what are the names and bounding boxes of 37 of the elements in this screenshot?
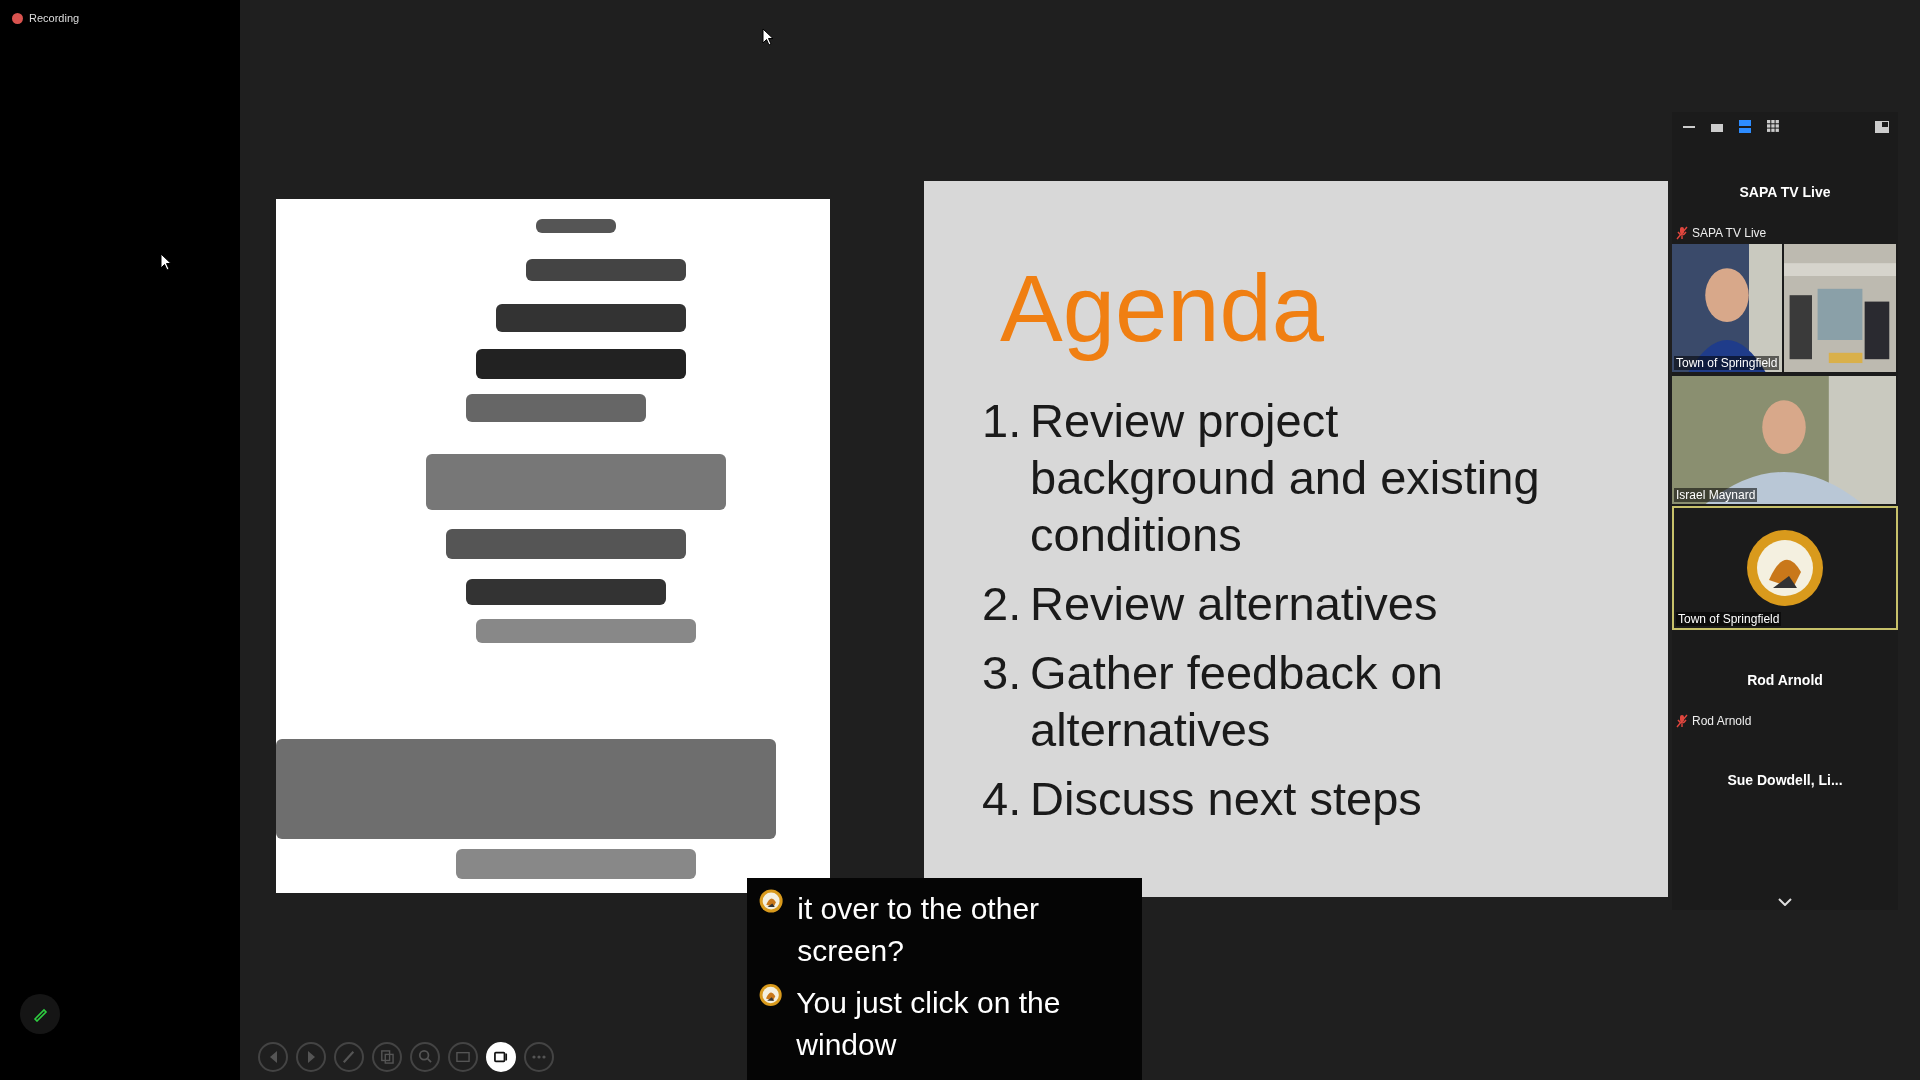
agenda-item: Review project background and existing conditions: [1030, 392, 1541, 563]
participant-label: Town of Springfield: [1676, 612, 1782, 626]
participant-label: Rod Arnold: [1692, 714, 1752, 728]
speaker-view-button[interactable]: [1736, 118, 1754, 136]
slide-title: Agenda: [1000, 255, 1325, 363]
next-icon: [306, 1050, 316, 1064]
avatar-icon: [759, 982, 783, 1008]
item-number: 2.: [982, 575, 1023, 632]
more-icon: [532, 1055, 546, 1059]
agenda-item: Discuss next steps: [1030, 770, 1423, 827]
agenda-item: Gather feedback on alternatives: [1030, 644, 1444, 758]
chevron-down-icon[interactable]: [1778, 898, 1792, 906]
recording-dot-icon: [12, 12, 23, 24]
caption-text: You just click on the window: [796, 985, 1062, 1063]
pencil-icon: [32, 1006, 48, 1022]
item-number: 4.: [982, 770, 1023, 827]
seal-icon: [1745, 528, 1825, 608]
participant-label: Israel Maynard: [1674, 488, 1758, 502]
minimize-view-icon: [1683, 125, 1695, 129]
participant-name: Rod Arnold: [1747, 672, 1823, 688]
speaker-view-icon: [1736, 118, 1754, 136]
recording-label: Recording: [29, 12, 80, 24]
item-number: 3.: [982, 644, 1023, 701]
participant-label: SAPA TV Live: [1692, 226, 1767, 240]
popout-icon[interactable]: [1874, 120, 1890, 134]
participant-name: SAPA TV Live: [1739, 184, 1831, 200]
previous-icon: [268, 1050, 278, 1064]
camera-button[interactable]: [486, 1042, 516, 1072]
avatar-icon: [759, 888, 784, 914]
item-number: 1.: [982, 392, 1023, 449]
participant-name: Sue Dowdell, Li...: [1727, 772, 1843, 788]
annotate-button[interactable]: [20, 994, 60, 1034]
participant-label: Town of Springfield: [1674, 356, 1780, 370]
caption-text: it over to the other screen?: [797, 891, 1041, 969]
mouse-cursor-icon: [160, 253, 172, 271]
mouse-cursor-icon: [762, 28, 774, 46]
agenda-item: Review alternatives: [1030, 575, 1439, 632]
